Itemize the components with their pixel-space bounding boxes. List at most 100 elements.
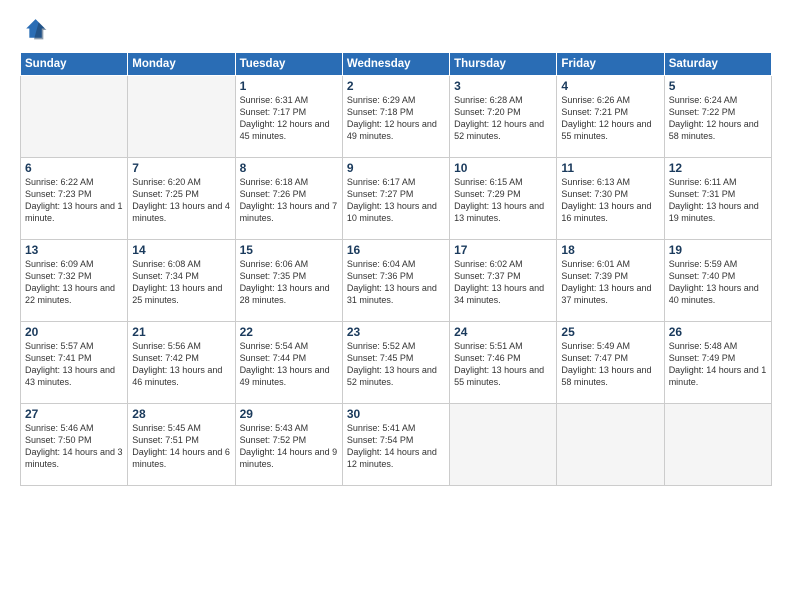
day-info: Sunrise: 5:43 AM Sunset: 7:52 PM Dayligh…	[240, 422, 338, 471]
day-info: Sunrise: 5:49 AM Sunset: 7:47 PM Dayligh…	[561, 340, 659, 389]
day-info: Sunrise: 6:04 AM Sunset: 7:36 PM Dayligh…	[347, 258, 445, 307]
calendar-cell: 1Sunrise: 6:31 AM Sunset: 7:17 PM Daylig…	[235, 76, 342, 158]
day-info: Sunrise: 6:01 AM Sunset: 7:39 PM Dayligh…	[561, 258, 659, 307]
col-header-saturday: Saturday	[664, 53, 771, 76]
col-header-monday: Monday	[128, 53, 235, 76]
calendar-cell: 24Sunrise: 5:51 AM Sunset: 7:46 PM Dayli…	[450, 322, 557, 404]
day-number: 17	[454, 243, 552, 257]
day-number: 6	[25, 161, 123, 175]
calendar-cell: 28Sunrise: 5:45 AM Sunset: 7:51 PM Dayli…	[128, 404, 235, 486]
day-number: 8	[240, 161, 338, 175]
day-number: 7	[132, 161, 230, 175]
day-info: Sunrise: 6:26 AM Sunset: 7:21 PM Dayligh…	[561, 94, 659, 143]
day-number: 29	[240, 407, 338, 421]
col-header-tuesday: Tuesday	[235, 53, 342, 76]
calendar-cell: 13Sunrise: 6:09 AM Sunset: 7:32 PM Dayli…	[21, 240, 128, 322]
calendar-week-5: 27Sunrise: 5:46 AM Sunset: 7:50 PM Dayli…	[21, 404, 772, 486]
calendar-week-1: 1Sunrise: 6:31 AM Sunset: 7:17 PM Daylig…	[21, 76, 772, 158]
day-number: 27	[25, 407, 123, 421]
day-number: 20	[25, 325, 123, 339]
day-info: Sunrise: 5:52 AM Sunset: 7:45 PM Dayligh…	[347, 340, 445, 389]
calendar-cell: 9Sunrise: 6:17 AM Sunset: 7:27 PM Daylig…	[342, 158, 449, 240]
calendar-cell: 26Sunrise: 5:48 AM Sunset: 7:49 PM Dayli…	[664, 322, 771, 404]
day-info: Sunrise: 6:20 AM Sunset: 7:25 PM Dayligh…	[132, 176, 230, 225]
day-number: 10	[454, 161, 552, 175]
day-number: 2	[347, 79, 445, 93]
calendar-cell: 25Sunrise: 5:49 AM Sunset: 7:47 PM Dayli…	[557, 322, 664, 404]
calendar-cell	[128, 76, 235, 158]
day-info: Sunrise: 6:31 AM Sunset: 7:17 PM Dayligh…	[240, 94, 338, 143]
day-info: Sunrise: 6:09 AM Sunset: 7:32 PM Dayligh…	[25, 258, 123, 307]
calendar-cell: 20Sunrise: 5:57 AM Sunset: 7:41 PM Dayli…	[21, 322, 128, 404]
day-number: 28	[132, 407, 230, 421]
day-info: Sunrise: 5:56 AM Sunset: 7:42 PM Dayligh…	[132, 340, 230, 389]
day-info: Sunrise: 6:29 AM Sunset: 7:18 PM Dayligh…	[347, 94, 445, 143]
day-info: Sunrise: 6:02 AM Sunset: 7:37 PM Dayligh…	[454, 258, 552, 307]
calendar-week-4: 20Sunrise: 5:57 AM Sunset: 7:41 PM Dayli…	[21, 322, 772, 404]
day-number: 24	[454, 325, 552, 339]
day-info: Sunrise: 6:17 AM Sunset: 7:27 PM Dayligh…	[347, 176, 445, 225]
day-info: Sunrise: 5:51 AM Sunset: 7:46 PM Dayligh…	[454, 340, 552, 389]
calendar-cell: 7Sunrise: 6:20 AM Sunset: 7:25 PM Daylig…	[128, 158, 235, 240]
day-info: Sunrise: 6:08 AM Sunset: 7:34 PM Dayligh…	[132, 258, 230, 307]
day-info: Sunrise: 6:11 AM Sunset: 7:31 PM Dayligh…	[669, 176, 767, 225]
day-info: Sunrise: 6:18 AM Sunset: 7:26 PM Dayligh…	[240, 176, 338, 225]
day-number: 5	[669, 79, 767, 93]
col-header-wednesday: Wednesday	[342, 53, 449, 76]
day-number: 25	[561, 325, 659, 339]
header	[20, 16, 772, 44]
day-number: 3	[454, 79, 552, 93]
calendar-cell: 14Sunrise: 6:08 AM Sunset: 7:34 PM Dayli…	[128, 240, 235, 322]
day-number: 16	[347, 243, 445, 257]
calendar-cell	[664, 404, 771, 486]
day-number: 23	[347, 325, 445, 339]
col-header-friday: Friday	[557, 53, 664, 76]
col-header-thursday: Thursday	[450, 53, 557, 76]
calendar-cell	[557, 404, 664, 486]
calendar-cell: 21Sunrise: 5:56 AM Sunset: 7:42 PM Dayli…	[128, 322, 235, 404]
calendar: SundayMondayTuesdayWednesdayThursdayFrid…	[20, 52, 772, 486]
day-info: Sunrise: 6:13 AM Sunset: 7:30 PM Dayligh…	[561, 176, 659, 225]
day-info: Sunrise: 6:24 AM Sunset: 7:22 PM Dayligh…	[669, 94, 767, 143]
calendar-cell: 22Sunrise: 5:54 AM Sunset: 7:44 PM Dayli…	[235, 322, 342, 404]
calendar-cell: 17Sunrise: 6:02 AM Sunset: 7:37 PM Dayli…	[450, 240, 557, 322]
day-number: 9	[347, 161, 445, 175]
calendar-cell: 19Sunrise: 5:59 AM Sunset: 7:40 PM Dayli…	[664, 240, 771, 322]
day-number: 11	[561, 161, 659, 175]
day-number: 30	[347, 407, 445, 421]
day-number: 26	[669, 325, 767, 339]
calendar-cell: 4Sunrise: 6:26 AM Sunset: 7:21 PM Daylig…	[557, 76, 664, 158]
day-info: Sunrise: 5:46 AM Sunset: 7:50 PM Dayligh…	[25, 422, 123, 471]
col-header-sunday: Sunday	[21, 53, 128, 76]
calendar-cell: 30Sunrise: 5:41 AM Sunset: 7:54 PM Dayli…	[342, 404, 449, 486]
day-number: 18	[561, 243, 659, 257]
calendar-cell: 16Sunrise: 6:04 AM Sunset: 7:36 PM Dayli…	[342, 240, 449, 322]
day-info: Sunrise: 5:59 AM Sunset: 7:40 PM Dayligh…	[669, 258, 767, 307]
calendar-cell: 23Sunrise: 5:52 AM Sunset: 7:45 PM Dayli…	[342, 322, 449, 404]
calendar-cell: 2Sunrise: 6:29 AM Sunset: 7:18 PM Daylig…	[342, 76, 449, 158]
day-number: 14	[132, 243, 230, 257]
day-number: 12	[669, 161, 767, 175]
calendar-cell: 10Sunrise: 6:15 AM Sunset: 7:29 PM Dayli…	[450, 158, 557, 240]
day-info: Sunrise: 6:22 AM Sunset: 7:23 PM Dayligh…	[25, 176, 123, 225]
calendar-cell: 12Sunrise: 6:11 AM Sunset: 7:31 PM Dayli…	[664, 158, 771, 240]
day-number: 1	[240, 79, 338, 93]
logo-icon	[20, 16, 48, 44]
calendar-cell	[21, 76, 128, 158]
day-info: Sunrise: 5:57 AM Sunset: 7:41 PM Dayligh…	[25, 340, 123, 389]
calendar-cell	[450, 404, 557, 486]
calendar-cell: 29Sunrise: 5:43 AM Sunset: 7:52 PM Dayli…	[235, 404, 342, 486]
day-info: Sunrise: 6:15 AM Sunset: 7:29 PM Dayligh…	[454, 176, 552, 225]
day-info: Sunrise: 5:45 AM Sunset: 7:51 PM Dayligh…	[132, 422, 230, 471]
calendar-cell: 27Sunrise: 5:46 AM Sunset: 7:50 PM Dayli…	[21, 404, 128, 486]
day-number: 13	[25, 243, 123, 257]
logo	[20, 16, 52, 44]
calendar-cell: 11Sunrise: 6:13 AM Sunset: 7:30 PM Dayli…	[557, 158, 664, 240]
day-number: 15	[240, 243, 338, 257]
calendar-week-2: 6Sunrise: 6:22 AM Sunset: 7:23 PM Daylig…	[21, 158, 772, 240]
day-info: Sunrise: 6:28 AM Sunset: 7:20 PM Dayligh…	[454, 94, 552, 143]
day-info: Sunrise: 5:41 AM Sunset: 7:54 PM Dayligh…	[347, 422, 445, 471]
calendar-cell: 6Sunrise: 6:22 AM Sunset: 7:23 PM Daylig…	[21, 158, 128, 240]
page: SundayMondayTuesdayWednesdayThursdayFrid…	[0, 0, 792, 612]
calendar-header-row: SundayMondayTuesdayWednesdayThursdayFrid…	[21, 53, 772, 76]
